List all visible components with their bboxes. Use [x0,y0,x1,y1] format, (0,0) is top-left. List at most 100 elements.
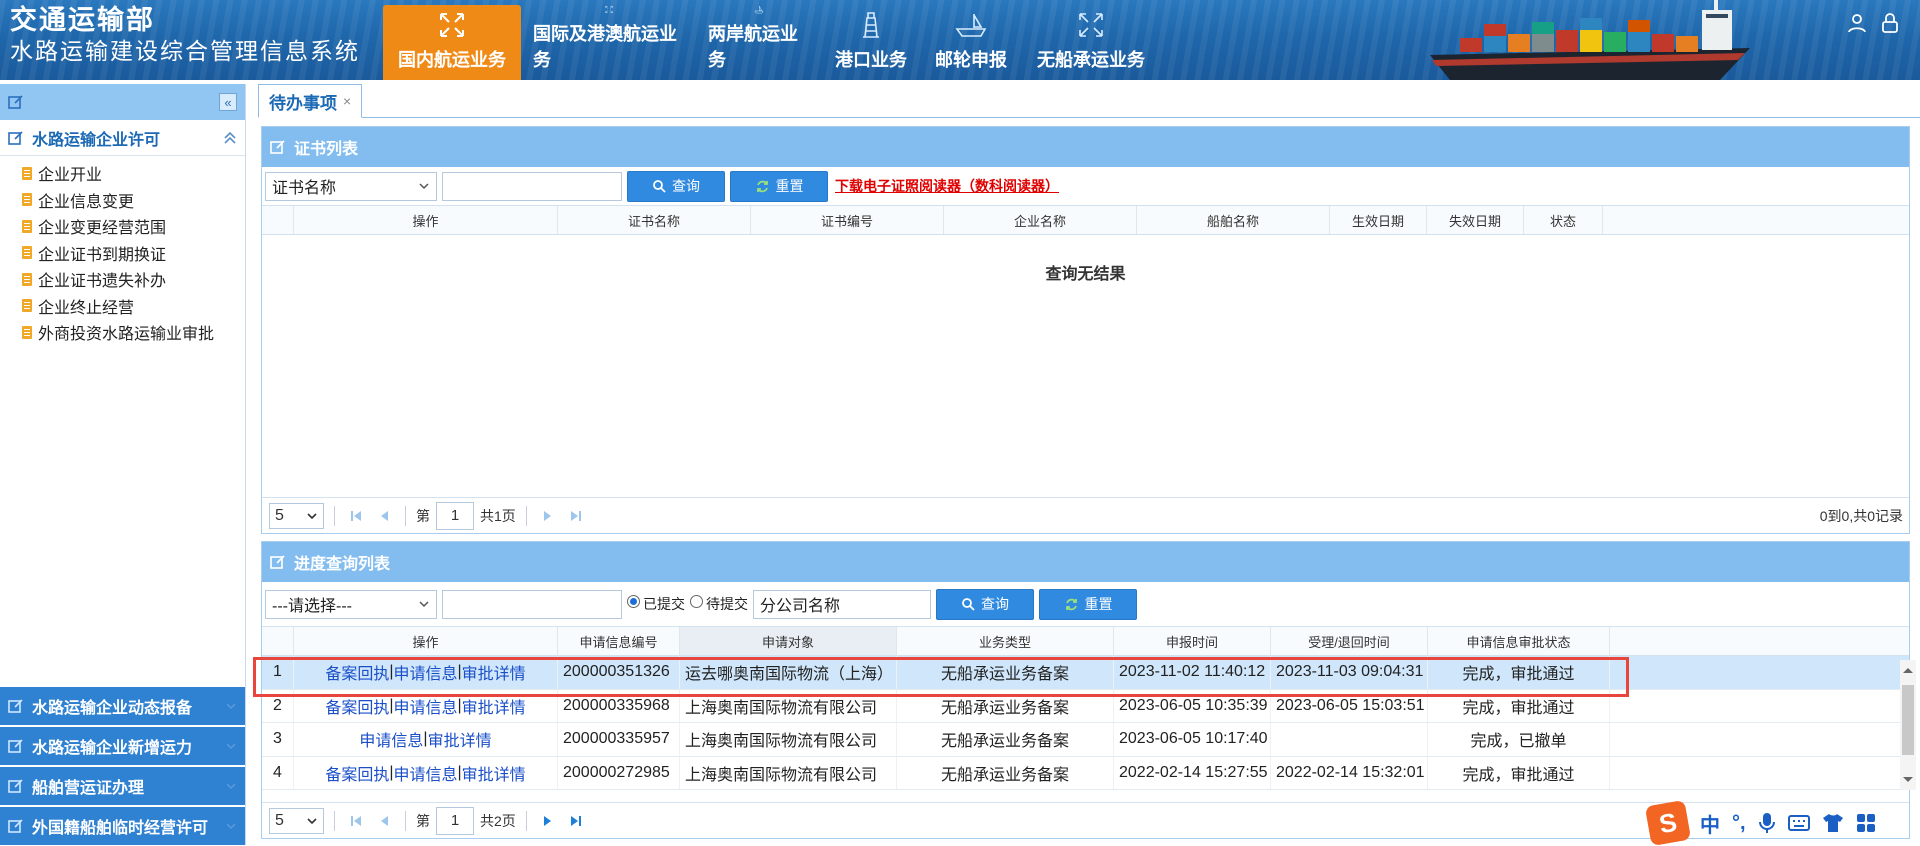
sidebar-item-termination[interactable]: 企业终止经营 [22,293,245,320]
section-label: 水路运输企业许可 [32,131,161,149]
close-icon[interactable]: × [343,93,351,109]
radio-pending[interactable]: 待提交 [690,594,748,614]
microphone-icon[interactable] [1758,812,1776,834]
scrollbar-thumb[interactable] [1902,685,1914,755]
download-reader-link[interactable]: 下载电子证照阅读器（数科阅读器） [835,176,1059,196]
progress-field-select[interactable]: ---请选择--- [265,589,437,619]
page-number-input[interactable]: 1 [436,501,474,530]
row-action-link[interactable]: 备案回执 [325,660,389,684]
nav-cross-strait[interactable]: 两岸航运业务 [696,5,821,80]
prev-page-icon[interactable] [373,505,395,527]
cell-no: 4 [262,756,294,789]
keyboard-icon[interactable] [1787,814,1810,832]
button-label: 重置 [1084,596,1113,612]
scroll-up-icon[interactable] [1900,664,1916,676]
tab-todo[interactable]: 待办事项 × [258,84,363,118]
row-actions: 备案回执 | 申请信息 | 审批详情 [294,656,558,689]
sidebar-item-cert-reissue[interactable]: 企业证书遗失补办 [22,266,245,293]
branch-name-input[interactable]: 分公司名称 [753,589,931,619]
radio-button[interactable] [690,594,703,608]
cell-accept: 2023-11-03 09:04:31 [1271,656,1428,689]
sogou-logo-icon[interactable]: S [1644,799,1692,846]
total-pages: 共2页 [480,812,516,829]
table-row[interactable]: 3 申请信息 | 审批详情 200000335957 上海奥南国际物流有限公司 无船承运… [262,723,1909,757]
radio-button-checked[interactable] [627,594,640,608]
first-page-icon[interactable] [345,810,367,832]
row-action-link[interactable]: 申请信息 [393,761,457,785]
search-icon [962,598,975,611]
chevron-up-double-icon[interactable] [223,131,237,145]
row-action-link[interactable]: 审批详情 [462,660,526,684]
sidebar-item-scope-change[interactable]: 企业变更经营范围 [22,213,245,240]
system-name: 水路运输建设综合管理信息系统 [10,38,360,64]
sidebar-section-ship-permit[interactable]: 船舶营运证办理 [0,767,245,805]
row-action-link[interactable]: 申请信息 [393,694,457,718]
sidebar-item-cert-renewal[interactable]: 企业证书到期换证 [22,240,245,267]
sidebar-section-new-capacity[interactable]: 水路运输企业新增运力 [0,727,245,765]
cert-reset-button[interactable]: 重置 [730,170,828,202]
row-action-link[interactable]: 申请信息 [393,660,457,684]
cert-query-button[interactable]: 查询 [627,170,725,202]
first-page-icon[interactable] [345,505,367,527]
cert-field-select[interactable]: 证书名称 [265,171,437,201]
divider [525,810,527,831]
column-header[interactable]: 申请对象 [680,627,897,655]
chevron-down-icon [419,183,429,190]
brand: 交通运输部 水路运输建设综合管理信息系统 [10,4,360,66]
sidebar-section-dynamic-report[interactable]: 水路运输企业动态报备 [0,687,245,725]
sidebar-item-info-change[interactable]: 企业信息变更 [22,187,245,214]
top-header: 交通运输部 水路运输建设综合管理信息系统 国内航运业务 国际及港澳航运业务 两岸… [0,0,1920,80]
next-page-icon[interactable] [537,810,559,832]
nav-international[interactable]: 国际及港澳航运业务 [521,5,696,80]
grid-menu-icon[interactable] [1856,813,1876,833]
nav-cruise[interactable]: 邮轮申报 [921,5,1021,80]
cell-type: 无船承运业务备案 [897,689,1114,722]
nav-port[interactable]: 港口业务 [821,5,921,80]
lock-icon[interactable] [1880,12,1900,34]
row-action-link[interactable]: 审批详情 [462,761,526,785]
progress-query-button[interactable]: 查询 [936,588,1034,620]
sidebar-section-foreign-vessel[interactable]: 外国籍船舶临时经营许可 [0,807,245,845]
sidebar-item-enterprise-open[interactable]: 企业开业 [22,160,245,187]
row-action-link[interactable]: 备案回执 [325,761,389,785]
page-size-select[interactable]: 5 [269,502,324,529]
column-header: 申请信息审批状态 [1428,627,1610,655]
collapse-sidebar-button[interactable]: « [219,93,237,111]
ship-icon [753,5,764,14]
progress-vertical-scrollbar[interactable] [1900,660,1916,790]
prev-page-icon[interactable] [373,810,395,832]
row-action-link[interactable]: 备案回执 [325,694,389,718]
nav-domestic[interactable]: 国内航运业务 [383,5,521,80]
punctuation-icon[interactable]: °, [1732,812,1746,835]
row-action-link[interactable]: 审批详情 [462,694,526,718]
row-actions: 申请信息 | 审批详情 [294,723,558,756]
table-row[interactable]: 1 备案回执 | 申请信息 | 审批详情 200000351326 运去哪奥南国际物流… [262,656,1909,690]
last-page-icon[interactable] [565,810,587,832]
edit-icon [8,739,23,753]
page-number-input[interactable]: 1 [436,806,474,835]
table-row[interactable]: 4 备案回执 | 申请信息 | 审批详情 200000272985 上海奥南国际物流有… [262,756,1909,790]
button-label: 查询 [672,178,700,194]
cert-search-input[interactable] [442,171,622,201]
cell-target: 运去哪奥南国际物流（上海） [680,656,897,689]
user-icon[interactable] [1846,12,1868,34]
progress-search-input[interactable] [442,589,622,619]
nav-nvocc[interactable]: 无船承运业务 [1021,5,1161,80]
page-size-select[interactable]: 5 [269,807,324,834]
last-page-icon[interactable] [565,505,587,527]
sidebar-item-label: 企业终止经营 [38,299,135,317]
column-header: 申报时间 [1114,627,1271,655]
next-page-icon[interactable] [537,505,559,527]
edit-icon [270,140,285,154]
row-action-link[interactable]: 申请信息 [359,727,423,751]
sidebar-section-enterprise-license[interactable]: 水路运输企业许可 [0,120,245,156]
scroll-down-icon[interactable] [1900,774,1916,786]
row-action-link[interactable]: 审批详情 [428,727,492,751]
radio-submitted[interactable]: 已提交 [627,594,685,614]
progress-reset-button[interactable]: 重置 [1039,588,1137,620]
skin-shirt-icon[interactable] [1822,813,1844,833]
table-row[interactable]: 2 备案回执 | 申请信息 | 审批详情 200000335968 上海奥南国际物流有… [262,689,1909,723]
sidebar-item-foreign-investment[interactable]: 外商投资水路运输业审批 [22,319,245,346]
ime-mode[interactable]: 中 [1700,809,1720,838]
edit-icon [8,699,23,713]
